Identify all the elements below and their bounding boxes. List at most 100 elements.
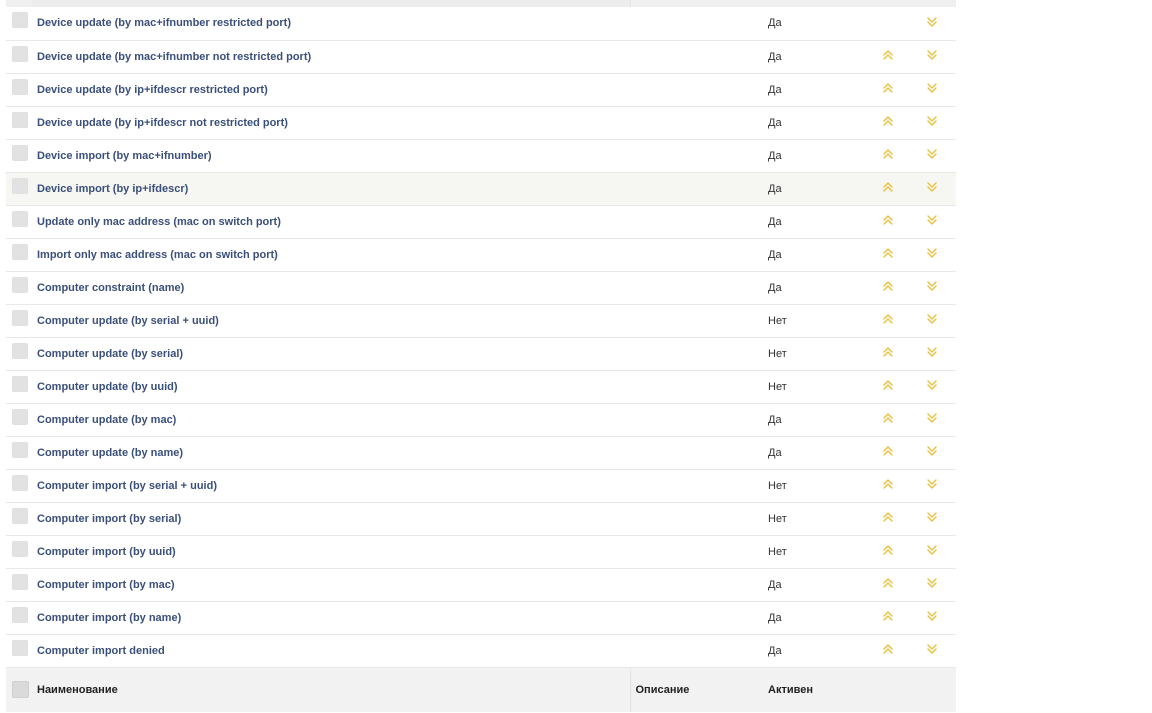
double-chevron-up-icon[interactable] [882, 215, 894, 229]
double-chevron-up-icon[interactable] [882, 545, 894, 559]
double-chevron-down-icon[interactable] [926, 17, 938, 31]
double-chevron-up-icon[interactable] [882, 149, 894, 163]
double-chevron-up-icon[interactable] [882, 413, 894, 427]
double-chevron-up-icon[interactable] [882, 380, 894, 394]
row-select-cell [6, 40, 32, 74]
rule-name-link[interactable]: Computer update (by serial) [37, 348, 183, 360]
row-checkbox[interactable] [12, 606, 28, 623]
table-row: Update only mac address (mac on switch p… [6, 205, 956, 239]
rule-name-link[interactable]: Computer import denied [37, 645, 165, 657]
row-checkbox[interactable] [12, 243, 28, 260]
table-row: Device update (by mac+ifnumber restricte… [6, 7, 956, 41]
column-header-name[interactable]: Наименование [32, 667, 631, 712]
rule-name-link[interactable]: Device update (by ip+ifdescr not restric… [37, 117, 288, 129]
double-chevron-down-icon[interactable] [926, 512, 938, 526]
rule-name-link[interactable]: Device import (by mac+ifnumber) [37, 150, 212, 162]
row-active-status: Да [764, 271, 868, 305]
select-all-checkbox[interactable] [12, 681, 29, 699]
row-name-cell: Computer update (by mac) [32, 403, 630, 437]
double-chevron-down-icon[interactable] [926, 215, 938, 229]
row-description-cell [630, 568, 764, 602]
row-checkbox[interactable] [12, 375, 28, 392]
rule-name-link[interactable]: Computer import (by mac) [37, 579, 175, 591]
rule-name-link[interactable]: Computer import (by serial + uuid) [37, 480, 217, 492]
row-checkbox[interactable] [12, 276, 28, 293]
rule-name-link[interactable]: Device update (by mac+ifnumber restricte… [37, 17, 291, 29]
double-chevron-up-icon[interactable] [882, 116, 894, 130]
double-chevron-up-icon[interactable] [882, 578, 894, 592]
double-chevron-up-icon[interactable] [882, 611, 894, 625]
row-checkbox[interactable] [12, 573, 28, 590]
double-chevron-up-icon[interactable] [882, 446, 894, 460]
row-checkbox[interactable] [12, 12, 28, 29]
rule-name-link[interactable]: Computer update (by serial + uuid) [37, 315, 219, 327]
double-chevron-down-icon[interactable] [926, 545, 938, 559]
double-chevron-up-icon[interactable] [882, 314, 894, 328]
row-checkbox[interactable] [12, 78, 28, 95]
row-checkbox[interactable] [12, 342, 28, 359]
rule-name-link[interactable]: Device import (by ip+ifdescr) [37, 183, 188, 195]
double-chevron-down-icon[interactable] [926, 380, 938, 394]
double-chevron-down-icon[interactable] [926, 314, 938, 328]
rule-name-link[interactable]: Device update (by mac+ifnumber not restr… [37, 51, 311, 63]
rule-name-link[interactable]: Computer import (by uuid) [37, 546, 176, 558]
double-chevron-up-icon[interactable] [882, 479, 894, 493]
row-move-up-cell [868, 370, 908, 404]
double-chevron-up-icon[interactable] [882, 347, 894, 361]
double-chevron-down-icon[interactable] [926, 446, 938, 460]
double-chevron-down-icon[interactable] [926, 611, 938, 625]
row-checkbox[interactable] [12, 111, 28, 128]
row-checkbox[interactable] [12, 45, 28, 62]
double-chevron-up-icon[interactable] [882, 512, 894, 526]
row-checkbox[interactable] [12, 408, 28, 425]
row-select-cell [6, 73, 32, 107]
rule-name-link[interactable]: Device update (by ip+ifdescr restricted … [37, 84, 268, 96]
double-chevron-down-icon[interactable] [926, 50, 938, 64]
row-name-cell: Device update (by ip+ifdescr not restric… [32, 106, 630, 140]
rule-name-link[interactable]: Computer constraint (name) [37, 282, 184, 294]
rules-table-body: Device update (by mac+ifnumber restricte… [6, 7, 956, 668]
rule-name-link[interactable]: Computer import (by name) [37, 612, 181, 624]
row-move-down-cell [908, 337, 956, 371]
row-move-up-cell [868, 304, 908, 338]
rule-name-link[interactable]: Computer import (by serial) [37, 513, 181, 525]
column-header-move-up [868, 667, 908, 712]
row-move-down-cell [908, 436, 956, 470]
row-checkbox[interactable] [12, 639, 28, 656]
double-chevron-up-icon[interactable] [882, 644, 894, 658]
row-checkbox[interactable] [12, 474, 28, 491]
row-checkbox[interactable] [12, 210, 28, 227]
row-checkbox[interactable] [12, 540, 28, 557]
row-checkbox[interactable] [12, 441, 28, 458]
row-checkbox[interactable] [12, 177, 28, 194]
row-checkbox[interactable] [12, 144, 28, 161]
row-checkbox[interactable] [12, 507, 28, 524]
double-chevron-down-icon[interactable] [926, 413, 938, 427]
rule-name-link[interactable]: Computer update (by uuid) [37, 381, 178, 393]
row-checkbox[interactable] [12, 309, 28, 326]
double-chevron-down-icon[interactable] [926, 281, 938, 295]
rule-name-link[interactable]: Import only mac address (mac on switch p… [37, 249, 278, 261]
double-chevron-down-icon[interactable] [926, 83, 938, 97]
double-chevron-down-icon[interactable] [926, 248, 938, 262]
rule-name-link[interactable]: Update only mac address (mac on switch p… [37, 216, 281, 228]
column-header-description[interactable]: Описание [630, 667, 764, 712]
double-chevron-down-icon[interactable] [926, 347, 938, 361]
row-active-status: Да [764, 601, 868, 635]
double-chevron-down-icon[interactable] [926, 116, 938, 130]
column-header-active[interactable]: Активен [764, 667, 868, 712]
double-chevron-down-icon[interactable] [926, 149, 938, 163]
row-move-down-cell [908, 370, 956, 404]
double-chevron-up-icon[interactable] [882, 281, 894, 295]
double-chevron-up-icon[interactable] [882, 50, 894, 64]
double-chevron-down-icon[interactable] [926, 644, 938, 658]
double-chevron-up-icon[interactable] [882, 248, 894, 262]
rule-name-link[interactable]: Computer update (by name) [37, 447, 183, 459]
row-move-up-cell [868, 568, 908, 602]
double-chevron-down-icon[interactable] [926, 578, 938, 592]
double-chevron-up-icon[interactable] [882, 182, 894, 196]
rule-name-link[interactable]: Computer update (by mac) [37, 414, 176, 426]
double-chevron-down-icon[interactable] [926, 182, 938, 196]
double-chevron-down-icon[interactable] [926, 479, 938, 493]
double-chevron-up-icon[interactable] [882, 83, 894, 97]
